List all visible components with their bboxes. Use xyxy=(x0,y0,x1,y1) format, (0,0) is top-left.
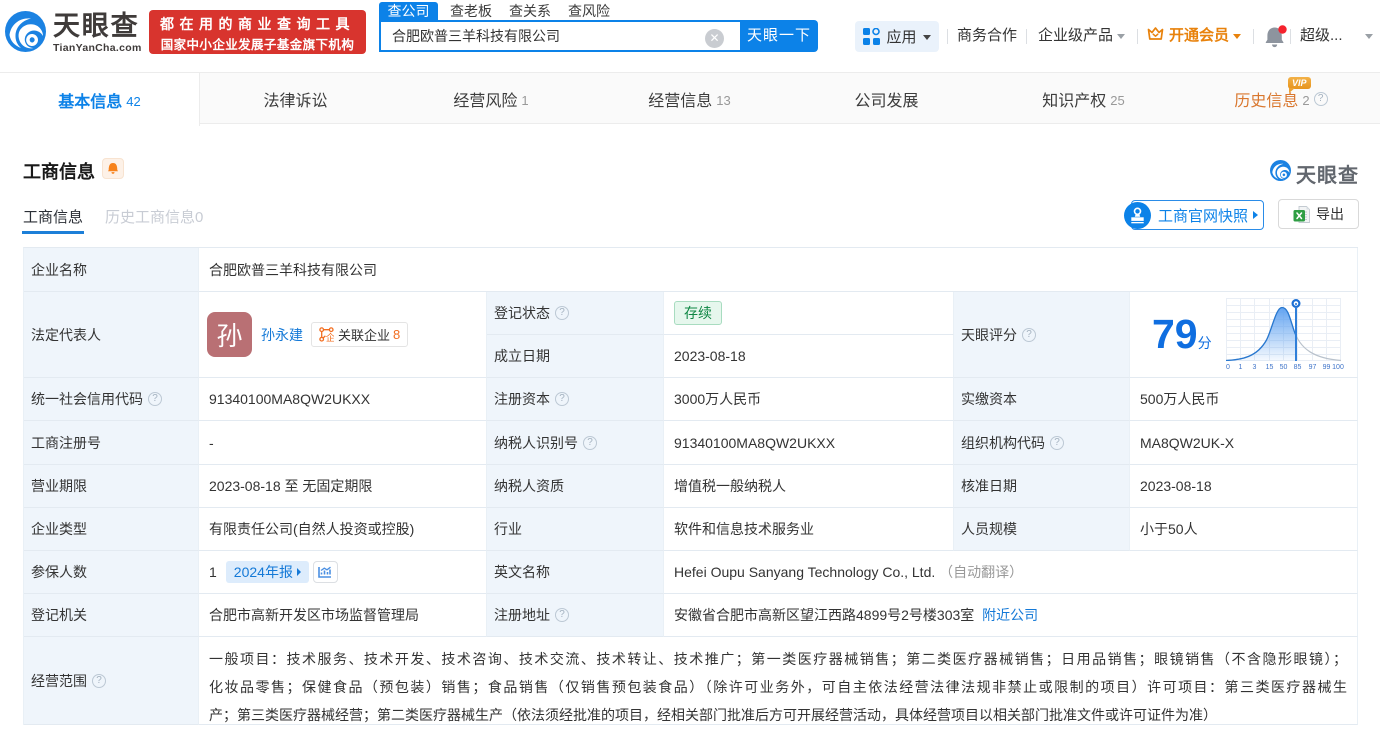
svg-text:1: 1 xyxy=(1238,364,1242,371)
svg-text:3: 3 xyxy=(1252,364,1256,371)
svg-text:0: 0 xyxy=(1226,364,1230,371)
svg-text:100: 100 xyxy=(1332,364,1344,371)
svg-text:99: 99 xyxy=(1322,364,1330,371)
svg-text:企: 企 xyxy=(326,332,334,342)
svg-text:15: 15 xyxy=(1265,364,1273,371)
svg-text:97: 97 xyxy=(1308,364,1316,371)
svg-text:50: 50 xyxy=(1279,364,1287,371)
svg-text:85: 85 xyxy=(1293,364,1301,371)
